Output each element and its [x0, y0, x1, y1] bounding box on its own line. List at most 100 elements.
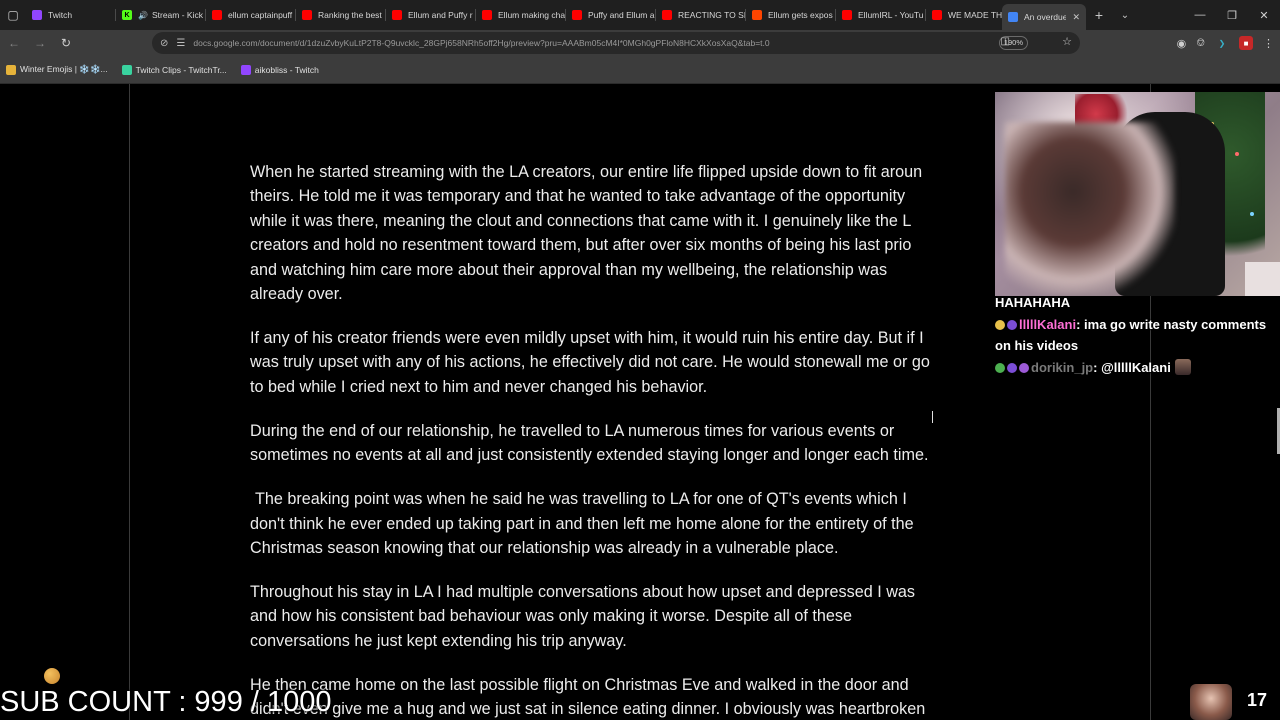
- minimize-icon[interactable]: —: [1184, 0, 1216, 30]
- text-line: Throughout his stay in LA I had multiple…: [250, 583, 915, 602]
- text-line: sometimes no events at all and just cons…: [250, 446, 929, 465]
- twitch-icon: [240, 64, 251, 75]
- document-body[interactable]: When he started streaming with the LA cr…: [250, 160, 1030, 720]
- tab-youtube[interactable]: Ranking the best: [296, 0, 386, 30]
- toolbar-actions: ◉ ⎊ ❯ ■ ⋮: [1177, 30, 1274, 56]
- menu-icon[interactable]: ⋮: [1263, 37, 1274, 50]
- badge-icon: [1007, 362, 1017, 373]
- tab-strip: ▢ Twitch K 🔊 Stream - Kick ellum captain…: [0, 0, 1280, 30]
- bookmarks-bar: Winter Emojis | ❄️❄️... Twitch Clips - T…: [0, 56, 1280, 84]
- tab-youtube[interactable]: EllumIRL - YouTu: [836, 0, 926, 30]
- badge-icon: [1007, 319, 1017, 330]
- text-line: and watching him care more about their a…: [250, 260, 888, 279]
- audio-icon: 🔊: [138, 10, 148, 20]
- paragraph: Throughout his stay in LA I had multiple…: [250, 580, 1030, 653]
- folder-icon: [6, 64, 16, 75]
- avatar: [1190, 684, 1232, 720]
- text-line: If any of his creator friends were even …: [250, 329, 924, 348]
- text-line: don't think he ever ended up taking part…: [250, 514, 914, 533]
- bookmark-aikobliss[interactable]: aikobliss - Twitch: [240, 64, 319, 75]
- tab-youtube[interactable]: REACTING TO SI: [656, 0, 746, 30]
- text-line: During the end of our relationship, he t…: [250, 421, 895, 440]
- tab-label: Ranking the best: [318, 10, 382, 20]
- paragraph: When he started streaming with the LA cr…: [250, 160, 1030, 306]
- address-bar[interactable]: ⊘ ☰ docs.google.com/document/d/1dzuZvbyK…: [152, 32, 1080, 54]
- tab-label: Puffy and Ellum a: [588, 10, 655, 20]
- text-line: theirs. He told me it was temporary and …: [250, 187, 906, 206]
- tab-docs-active[interactable]: An overdue ex ✕: [1002, 4, 1086, 30]
- docs-icon: [1008, 12, 1018, 22]
- tab-label: WE MADE THE W: [948, 10, 1002, 20]
- badge-icon: [1019, 362, 1029, 373]
- cookie-icon: [44, 668, 60, 684]
- chat-overlay: HAHAHAHA lllllKalani: ima go write nasty…: [995, 292, 1280, 378]
- text-line: was truly upset with any of his actions,…: [250, 353, 930, 372]
- text-line: Christmas season knowing that our relati…: [250, 539, 839, 558]
- back-icon[interactable]: ←: [2, 31, 26, 55]
- tab-youtube[interactable]: WE MADE THE W: [926, 0, 1002, 30]
- chevron-down-icon[interactable]: ⌄: [1112, 10, 1138, 21]
- kick-icon: K: [122, 10, 132, 20]
- close-icon[interactable]: ✕: [1248, 0, 1280, 30]
- text-line: while it was there, meaning the clout an…: [250, 211, 912, 230]
- extension-icon[interactable]: ❯: [1215, 36, 1229, 50]
- chat-message: HAHAHAHA: [995, 292, 1280, 314]
- tab-reddit[interactable]: Ellum gets expos: [746, 0, 836, 30]
- youtube-icon: [572, 10, 582, 20]
- bookmark-twitch-clips[interactable]: Twitch Clips - TwitchTr...: [121, 64, 227, 75]
- text-cursor-icon: [932, 411, 933, 423]
- tab-search-icon[interactable]: ▢: [0, 0, 26, 30]
- chat-text: @lllllKalani: [1101, 359, 1171, 375]
- text-line: conversations he just kept extending his…: [250, 631, 627, 650]
- bookmark-winter-emojis[interactable]: Winter Emojis | ❄️❄️...: [6, 64, 108, 75]
- twitch-clips-icon: [121, 64, 132, 75]
- twitch-icon: [32, 10, 42, 20]
- tab-kick[interactable]: K 🔊 Stream - Kick: [116, 0, 206, 30]
- chat-text: HAHAHAHA: [995, 295, 1071, 310]
- tab-label: Ellum making cha: [498, 10, 566, 20]
- new-tab-icon[interactable]: +: [1086, 7, 1112, 23]
- text-line: creators and hold no resentment toward t…: [250, 236, 912, 255]
- bookmark-star-icon[interactable]: ☆: [1062, 35, 1072, 48]
- window-controls: — ❐ ✕: [1184, 0, 1280, 30]
- tab-twitch[interactable]: Twitch: [26, 0, 116, 30]
- text-line: and how his consistent bad behaviour was…: [250, 607, 852, 626]
- badge-icon: [995, 319, 1005, 330]
- tab-label: An overdue ex: [1024, 12, 1067, 22]
- notification-icon[interactable]: ■: [1239, 36, 1253, 50]
- tab-label: ellum captainpuff: [228, 10, 293, 20]
- left-margin: [0, 84, 130, 720]
- text-line: didn't even give me a hug and we just sa…: [250, 700, 926, 719]
- paragraph: The breaking point was when he said he w…: [250, 487, 1030, 560]
- text-line: to bed while I cried next to him and nev…: [250, 377, 708, 396]
- youtube-icon: [302, 10, 312, 20]
- install-app-icon[interactable]: ◫: [1001, 36, 1010, 47]
- tab-label: Ellum gets expos: [768, 10, 833, 20]
- tab-youtube[interactable]: ellum captainpuff: [206, 0, 296, 30]
- text-line: The breaking point was when he said he w…: [255, 490, 907, 509]
- close-tab-icon[interactable]: ✕: [1072, 12, 1080, 23]
- tab-youtube[interactable]: Ellum making cha: [476, 0, 566, 30]
- youtube-icon: [932, 10, 942, 20]
- extensions-icon[interactable]: ⎊: [1196, 37, 1205, 50]
- site-info-icon[interactable]: ⊘: [160, 38, 168, 49]
- tab-label: EllumIRL - YouTu: [858, 10, 924, 20]
- chat-message: lllllKalani: ima go write nasty comments…: [995, 316, 1267, 353]
- youtube-icon: [842, 10, 852, 20]
- tab-youtube[interactable]: Ellum and Puffy r: [386, 0, 476, 30]
- text-line: already over.: [250, 285, 343, 304]
- bookmark-label: Winter Emojis | ❄️❄️...: [20, 64, 108, 74]
- forward-icon[interactable]: →: [28, 31, 52, 55]
- viewer-count: 17: [1247, 690, 1268, 710]
- badge-icon: [995, 362, 1005, 373]
- paragraph: If any of his creator friends were even …: [250, 326, 1030, 399]
- account-icon[interactable]: ◉: [1177, 37, 1187, 50]
- restore-icon[interactable]: ❐: [1216, 0, 1248, 30]
- tab-youtube[interactable]: Puffy and Ellum a: [566, 0, 656, 30]
- reload-icon[interactable]: ↻: [54, 31, 78, 55]
- paragraph: During the end of our relationship, he t…: [250, 419, 1030, 468]
- text-line: He then came home on the last possible f…: [250, 675, 909, 694]
- url-text[interactable]: docs.google.com/document/d/1dzuZvbyKuLtP…: [193, 38, 1080, 48]
- chat-username: lllllKalani: [1019, 316, 1077, 332]
- tune-icon[interactable]: ☰: [176, 38, 185, 49]
